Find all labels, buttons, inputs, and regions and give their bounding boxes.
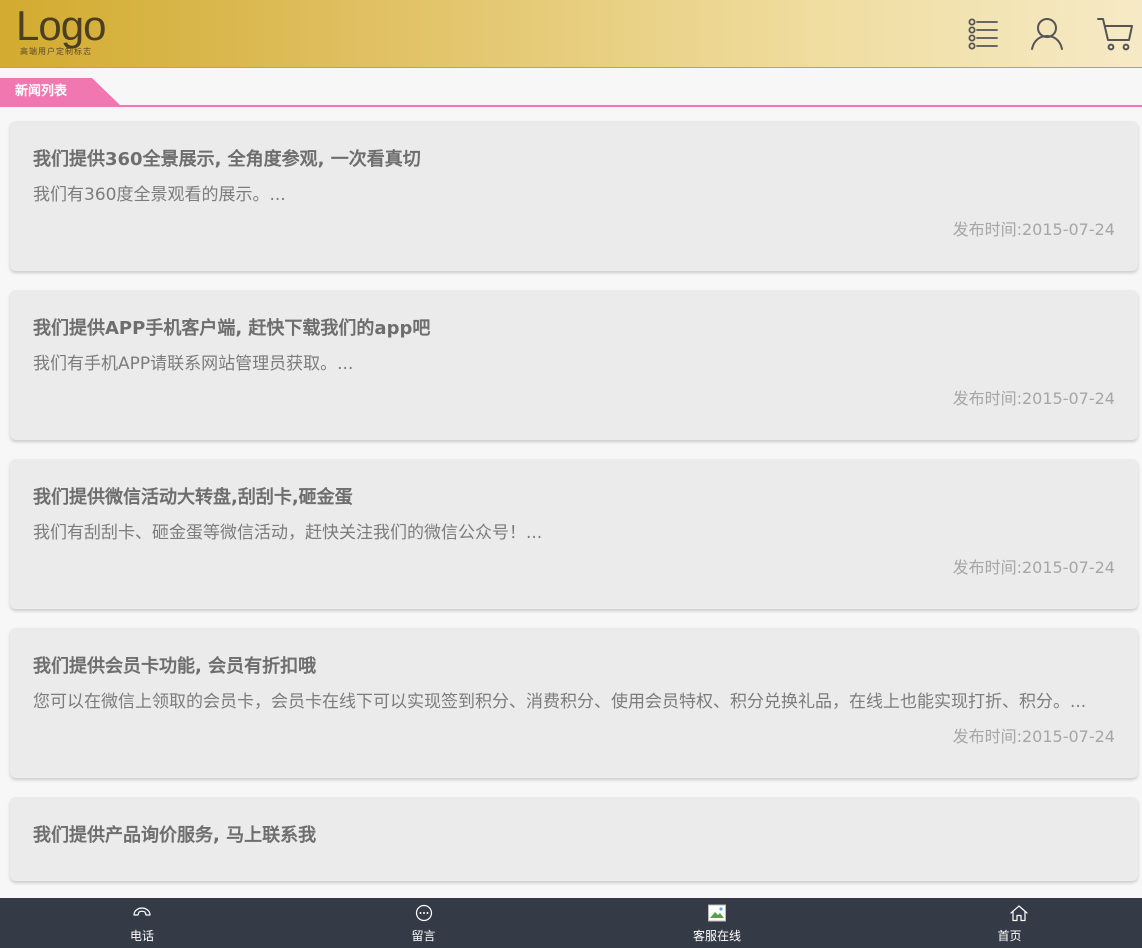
news-summary: 我们有刮刮卡、砸金蛋等微信活动，赶快关注我们的微信公众号！... — [33, 523, 543, 543]
news-item[interactable]: 我们提供360全景展示, 全角度参观, 一次看真切 我们有360度全景观看的展示… — [10, 121, 1138, 271]
news-summary: 我们有手机APP请联系网站管理员获取。... — [33, 354, 354, 374]
category-bar: 新闻列表 — [0, 68, 1142, 108]
news-date: 发布时间:2015-07-24 — [952, 389, 1115, 408]
news-summary: 我们有360度全景观看的展示。... — [33, 185, 286, 205]
header: Logo 高端用户定制标志 — [0, 0, 1142, 68]
category-tag-label: 新闻列表 — [15, 84, 68, 99]
news-title[interactable]: 我们提供微信活动大转盘,刮刮卡,砸金蛋 — [33, 483, 1115, 513]
news-list: 我们提供360全景展示, 全角度参观, 一次看真切 我们有360度全景观看的展示… — [10, 121, 1138, 900]
nav-item-phone[interactable]: 电话 — [0, 898, 286, 948]
cart-icon[interactable] — [1095, 14, 1135, 54]
logo[interactable]: Logo 高端用户定制标志 — [16, 4, 126, 60]
nav-label: 留言 — [411, 929, 436, 943]
category-tag[interactable]: 新闻列表 — [0, 78, 120, 105]
category-underline — [0, 105, 1142, 107]
nav-label: 电话 — [129, 929, 155, 943]
news-title[interactable]: 我们提供360全景展示, 全角度参观, 一次看真切 — [33, 145, 1115, 175]
news-title[interactable]: 我们提供产品询价服务, 马上联系我 — [33, 821, 1115, 851]
news-title[interactable]: 我们提供APP手机客户端, 赶快下载我们的app吧 — [33, 314, 1115, 344]
news-item[interactable]: 我们提供产品询价服务, 马上联系我 — [10, 797, 1138, 881]
nav-item-online-service[interactable]: 客服在线 — [571, 898, 857, 948]
news-title[interactable]: 我们提供会员卡功能, 会员有折扣哦 — [33, 652, 1115, 682]
footer-nav: 电话 留言 客服在线 首页 — [0, 898, 1142, 948]
menu-list-icon[interactable] — [963, 14, 1003, 54]
logo-text: Logo — [16, 2, 106, 49]
news-item[interactable]: 我们提供微信活动大转盘,刮刮卡,砸金蛋 我们有刮刮卡、砸金蛋等微信活动，赶快关注… — [10, 459, 1138, 609]
message-icon — [415, 904, 432, 922]
user-icon[interactable] — [1027, 14, 1067, 54]
nav-item-message[interactable]: 留言 — [286, 898, 572, 948]
broken-image-icon — [708, 904, 726, 922]
nav-label: 首页 — [997, 929, 1022, 943]
phone-icon — [133, 907, 151, 916]
home-icon — [1009, 905, 1028, 922]
news-summary: 您可以在微信上领取的会员卡，会员卡在线下可以实现签到积分、消费积分、使用会员特权… — [33, 692, 1087, 712]
logo-subtitle: 高端用户定制标志 — [20, 47, 92, 56]
news-date: 发布时间:2015-07-24 — [952, 558, 1115, 577]
news-item[interactable]: 我们提供APP手机客户端, 赶快下载我们的app吧 我们有手机APP请联系网站管… — [10, 290, 1138, 440]
nav-item-home[interactable]: 首页 — [857, 898, 1142, 948]
news-date: 发布时间:2015-07-24 — [952, 727, 1115, 746]
news-date: 发布时间:2015-07-24 — [952, 220, 1115, 239]
nav-label: 客服在线 — [692, 929, 742, 943]
news-item[interactable]: 我们提供会员卡功能, 会员有折扣哦 您可以在微信上领取的会员卡，会员卡在线下可以… — [10, 628, 1138, 778]
